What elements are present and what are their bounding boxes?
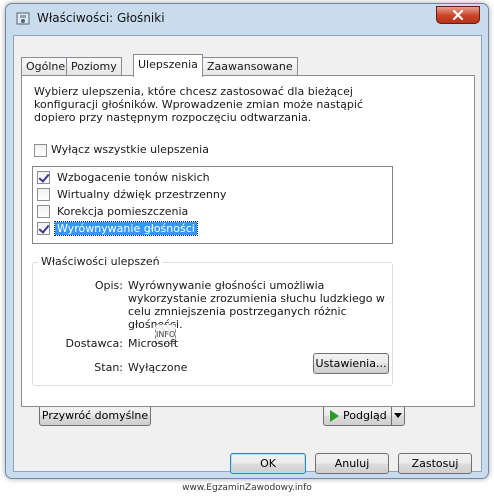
apply-button[interactable]: Zastosuj (398, 453, 472, 474)
settings-button[interactable]: Ustawienia... (313, 353, 389, 374)
preview-label: Podgląd (343, 409, 387, 422)
watermark: www.EgzaminZawodowy.info (182, 483, 312, 493)
close-icon (452, 10, 464, 20)
play-icon (330, 409, 339, 422)
provider-value: Microsoft (128, 337, 179, 350)
enhancement-checkbox[interactable] (37, 222, 50, 235)
list-item[interactable]: Wyrównywanie głośności (35, 221, 390, 237)
provider-label: Dostawca: (65, 337, 123, 350)
enhancement-checkbox[interactable] (37, 171, 50, 184)
title-bar[interactable]: Właściwości: Głośniki (6, 4, 488, 32)
status-label: Stan: (94, 361, 123, 374)
enhancement-label: Wzbogacenie tonów niskich (57, 171, 210, 184)
list-item[interactable]: Wirtualny dźwięk przestrzenny (35, 187, 390, 203)
tab-levels[interactable]: Poziomy (66, 57, 122, 76)
enhancement-label: Korekcja pomieszczenia (57, 205, 189, 218)
enhancement-checkbox[interactable] (37, 205, 50, 218)
preview-dropdown[interactable] (392, 406, 404, 425)
chevron-down-icon (394, 413, 402, 418)
preview-main[interactable]: Podgląd (324, 406, 391, 425)
disable-all-checkbox[interactable] (34, 144, 47, 157)
tab-general[interactable]: Ogólne (21, 57, 71, 76)
cancel-button[interactable]: Anuluj (315, 453, 389, 474)
preview-button[interactable]: Podgląd (323, 405, 405, 426)
properties-window: Właściwości: Głośniki Ogólne Poziomy Ule… (5, 3, 489, 479)
description-label: Opis: (94, 279, 123, 292)
status-value: Wyłączone (128, 361, 188, 374)
enhancements-description: Wybierz ulepszenia, które chcesz zastoso… (34, 85, 364, 124)
enhancement-properties-group: Właściwości ulepszeń Opis: Wyrównywanie … (32, 255, 393, 386)
disable-all-label: Wyłącz wszystkie ulepszenia (51, 143, 209, 156)
enhancement-checkbox[interactable] (37, 188, 50, 201)
enhancements-panel: Wybierz ulepszenia, które chcesz zastoso… (21, 75, 475, 407)
tab-advanced[interactable]: Zaawansowane (202, 57, 298, 76)
restore-defaults-button[interactable]: Przywróć domyślne (39, 405, 151, 426)
enhancement-label: Wyrównywanie głośności (54, 221, 198, 236)
list-item[interactable]: Wzbogacenie tonów niskich (35, 170, 390, 186)
speaker-icon (16, 12, 30, 25)
group-title: Właściwości ulepszeń (39, 255, 162, 268)
dialog-client: Ogólne Poziomy Ulepszenia Zaawansowane W… (13, 35, 482, 474)
enhancements-list[interactable]: Wzbogacenie tonów niskich Wirtualny dźwi… (32, 166, 393, 244)
tab-enhancements[interactable]: Ulepszenia (133, 54, 203, 77)
ok-button[interactable]: OK (230, 453, 306, 474)
list-item[interactable]: Korekcja pomieszczenia (35, 204, 390, 220)
enhancement-label: Wirtualny dźwięk przestrzenny (57, 188, 227, 201)
close-button[interactable] (436, 6, 480, 24)
window-title: Właściwości: Głośniki (37, 11, 165, 25)
